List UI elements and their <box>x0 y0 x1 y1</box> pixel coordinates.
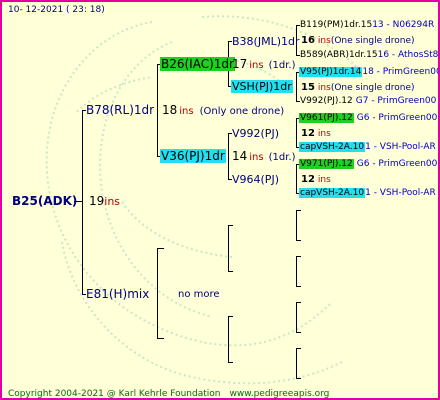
footer-url: www.pedigreeapis.org <box>229 389 330 399</box>
gen4-ffm-ins-unit: ins <box>317 83 331 93</box>
connector <box>228 316 229 362</box>
connector <box>296 348 297 378</box>
gen4-fmf-inbreeding: 12 ins <box>301 127 331 141</box>
gen3-ffm-name: VSH(PJ)1dr <box>231 80 293 93</box>
copyright-text: Copyright 2004-2021 @ Karl Kehrle Founda… <box>8 389 221 399</box>
gen4-fff-ins-note: (One single drone) <box>330 36 415 46</box>
root-ins-number: 19 <box>89 194 105 208</box>
date-stamp: 10- 12-2021 ( 23: 18) <box>8 5 105 15</box>
gen4-fmff-name: V961(PJ).12 <box>299 113 354 123</box>
gen4-fmmm-name: capVSH-2A.10 <box>299 188 366 198</box>
gen4-fmmf-name: V971(PJ).12 <box>299 159 354 169</box>
pedigree-chart: 10- 12-2021 ( 23: 18) B25(ADK) 19ins B78… <box>0 0 440 400</box>
gen4-fmff-code: G6 - PrimGreen00 <box>356 113 438 123</box>
gen4-fff-ins-number: 16 <box>301 35 315 46</box>
connector <box>296 210 297 240</box>
gen4-fmfm-code: 1 - VSH-Pool-AR <box>365 142 436 152</box>
gen4-fffm-code: 16 - AthosSt80R <box>377 50 439 60</box>
connector <box>296 378 301 379</box>
connector <box>296 164 297 193</box>
gen3-ffm-queen: VSH(PJ)1dr <box>231 80 293 93</box>
root-queen: B25(ADK) <box>12 194 78 208</box>
gen3-fmm-queen: V964(PJ) <box>232 173 279 186</box>
gen4-fmfm-name: capVSH-2A.10 <box>299 142 366 152</box>
gen2-ff-name: B26(IAC)1dr <box>160 57 235 71</box>
connector <box>228 133 229 179</box>
connector <box>228 316 233 317</box>
gen4-ffmm-code: G7 - PrimGreen00 <box>355 96 437 106</box>
connector <box>296 118 297 147</box>
connector <box>228 271 233 272</box>
mother-queen: E81(H)mix <box>86 287 150 301</box>
gen4-ffff-name: B119(PM)1dr.15 <box>300 20 373 30</box>
gen4-fmmm-code: 1 - VSH-Pool-AR <box>365 188 436 198</box>
gen2-ff-ins-number: 17 <box>232 57 248 71</box>
root-ins-unit: ins <box>104 195 121 208</box>
connector <box>157 338 164 339</box>
connector <box>296 256 297 286</box>
gen4-fmmf-code: G6 - PrimGreen00 <box>356 159 438 169</box>
connector <box>296 302 301 303</box>
connector <box>296 302 297 332</box>
connector <box>82 110 83 294</box>
root-inbreeding: 19ins <box>89 194 120 209</box>
gen4-ffff-code: 13 - N06294R <box>372 20 435 30</box>
connector <box>228 362 233 363</box>
gen2-ff-queen: B26(IAC)1dr <box>160 57 235 72</box>
gen4-fff-ins-unit: ins <box>317 36 331 46</box>
connector <box>296 286 301 287</box>
father-ins-note: (Only one drone) <box>199 106 285 117</box>
gen4-ffmf-row: V95(PJ)1dr.1418 - PrimGreen00 <box>299 66 440 79</box>
gen4-ffm-inbreeding: 15 ins(One single drone) <box>301 81 415 95</box>
gen3-fmf-queen: V992(PJ) <box>232 127 279 140</box>
connector <box>228 225 233 226</box>
gen4-fmf-ins-number: 12 <box>301 128 315 139</box>
gen4-fmm-ins-number: 12 <box>301 174 315 185</box>
connector <box>296 240 301 241</box>
mother-note: no more <box>178 289 220 300</box>
connector <box>157 64 158 156</box>
gen4-fmfm-row: capVSH-2A.101 - VSH-Pool-AR <box>299 141 436 154</box>
gen4-ffmf-code: 18 - PrimGreen00 <box>362 67 440 77</box>
gen4-fmm-inbreeding: 12 ins <box>301 173 331 187</box>
connector <box>157 248 164 249</box>
connector <box>157 248 158 338</box>
connector <box>228 225 229 271</box>
father-ins-number: 18 <box>162 103 178 117</box>
gen4-fmff-row: V961(PJ).12 G6 - PrimGreen00 <box>299 112 437 125</box>
gen2-fm-ins-number: 14 <box>232 149 248 163</box>
gen4-ffmm-row: V992(PJ).12 G7 - PrimGreen00 <box>300 95 436 108</box>
gen4-ffmm-name: V992(PJ).12 <box>300 96 353 106</box>
connector <box>296 256 301 257</box>
gen4-fffm-name: B589(ABR)1dr.15 <box>300 50 378 60</box>
gen4-fffm-row: B589(ABR)1dr.1516 - AthosSt80R <box>300 49 439 62</box>
gen2-ff-note: (1dr.) <box>268 60 296 71</box>
gen4-fmf-ins-unit: ins <box>317 129 331 139</box>
gen4-ffmf-name: V95(PJ)1dr.14 <box>299 67 363 77</box>
gen4-fff-inbreeding: 16 ins(One single drone) <box>301 34 415 48</box>
gen4-ffm-ins-number: 15 <box>301 82 315 93</box>
gen2-ff-inbreeding: 17 ins (1dr.) <box>232 57 296 72</box>
gen2-fm-note: (1dr.) <box>268 152 296 163</box>
gen3-fff-queen: B38(JML)1dr <box>232 35 300 48</box>
gen4-fmmf-row: V971(PJ).12 G6 - PrimGreen00 <box>299 158 437 171</box>
copyright-notice: Copyright 2004-2021 @ Karl Kehrle Founda… <box>8 388 330 399</box>
gen2-fm-name: V36(PJ)1dr <box>160 149 226 163</box>
gen2-fm-ins-unit: ins <box>249 152 264 163</box>
gen4-fmmm-row: capVSH-2A.101 - VSH-Pool-AR <box>299 187 436 200</box>
connector <box>296 348 301 349</box>
connector <box>296 332 301 333</box>
gen4-ffff-row: B119(PM)1dr.1513 - N06294R <box>300 19 434 32</box>
connector <box>296 72 297 101</box>
connector <box>296 210 301 211</box>
gen2-fm-inbreeding: 14 ins (1dr.) <box>232 149 296 164</box>
father-ins-unit: ins <box>179 106 194 117</box>
gen4-fmm-ins-unit: ins <box>317 175 331 185</box>
father-queen: B78(RL)1dr <box>86 103 155 117</box>
gen2-fm-queen: V36(PJ)1dr <box>160 149 226 164</box>
gen4-ffm-ins-note: (One single drone) <box>330 83 415 93</box>
gen2-ff-ins-unit: ins <box>249 60 264 71</box>
father-inbreeding: 18 ins (Only one drone) <box>162 103 284 118</box>
